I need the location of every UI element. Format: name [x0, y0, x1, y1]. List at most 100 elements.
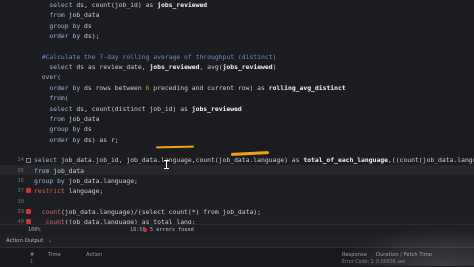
zoom-level[interactable]: 100%	[28, 225, 41, 235]
code-token: ds, count(job_id) as	[76, 1, 158, 9]
code-token: (job_data.language)/(select count(*) fro…	[60, 208, 262, 216]
code-token: order by	[34, 135, 85, 144]
code-token: jobs_reviewed	[191, 104, 242, 113]
code-line[interactable]: group by ds	[0, 21, 474, 31]
column-header-duration: Duration / Fetch Time	[376, 252, 432, 258]
line-number: 39	[17, 209, 24, 215]
code-text: restrict language;	[34, 186, 103, 196]
code-line[interactable]	[0, 41, 474, 51]
code-text: order by ds rows between 6 preceding and…	[34, 83, 346, 93]
line-number: 36	[17, 177, 24, 184]
code-text: count(job_data.language)/(select count(*…	[34, 207, 261, 217]
code-text: #Calculate the 7-day rolling average of …	[34, 52, 277, 62]
code-line[interactable]: order by ds rows between 6 preceding and…	[0, 83, 474, 93]
code-text: from(	[34, 93, 69, 103]
code-text: select ds, count(job_id) as jobs_reviewe…	[34, 0, 207, 10]
code-text: from job_data	[34, 114, 99, 124]
column-header-action: Action	[86, 252, 103, 258]
code-token: group by	[34, 125, 85, 134]
code-text: order by ds) as r;	[34, 135, 119, 145]
code-line[interactable]: select ds as review_date, jobs_reviewed,…	[0, 62, 474, 72]
code-text: over(	[34, 72, 61, 82]
sql-editor[interactable]: select ds, count(job_id) as jobs_reviewe…	[0, 0, 474, 232]
code-token: ds as review_date,	[76, 63, 150, 72]
code-token: from(	[34, 94, 69, 103]
error-marker-icon	[26, 188, 31, 194]
code-token: jobs_reviewed	[222, 63, 273, 72]
code-token: group by	[34, 176, 69, 185]
code-token: over(	[34, 73, 61, 82]
code-token: jobs_reviewed	[157, 1, 208, 9]
code-token: rolling_avg_distinct	[268, 83, 346, 92]
output-panel-title[interactable]: Action Output	[6, 235, 43, 247]
code-line[interactable]: over(	[0, 72, 474, 82]
code-token: total_of_each_language	[303, 156, 388, 165]
code-line[interactable]: 37 restrict language;	[0, 186, 474, 196]
code-token: select	[34, 1, 77, 9]
code-token: select	[34, 63, 77, 72]
code-token: ds, count(distinct job_id) as	[76, 104, 192, 113]
code-line[interactable]: 34 select job_data.job_id, job_data.langu…	[0, 155, 474, 165]
code-token: language;	[68, 187, 104, 196]
code-token: from	[34, 114, 69, 123]
chevron-down-icon[interactable]: ⌄	[48, 235, 53, 247]
code-token: jobs_reviewed	[149, 63, 200, 72]
code-token: order by	[34, 83, 85, 92]
output-grid: # Time Action Response Duration / Fetch …	[0, 247, 474, 267]
line-number: 35	[17, 167, 24, 174]
fold-toggle-icon[interactable]	[26, 158, 31, 164]
editor-status-bar: 100% 18:56 5 errors found	[0, 224, 474, 235]
code-token: restrict	[34, 187, 69, 196]
code-token: ds rows between	[84, 83, 146, 92]
code-token: order by	[34, 32, 85, 41]
code-token: ds) as r;	[84, 135, 119, 144]
column-header-time: Time	[48, 252, 61, 258]
code-token: job_data.language;	[68, 176, 138, 185]
code-text: from job_data	[34, 10, 99, 20]
code-text: group by ds	[34, 21, 92, 31]
code-line[interactable]: 36 group by job_data.language;	[0, 176, 474, 186]
code-token: , avg(	[199, 63, 223, 72]
column-header-number: #	[30, 252, 35, 258]
error-icon	[143, 228, 147, 232]
code-line[interactable]: select ds, count(job_id) as jobs_reviewe…	[0, 0, 474, 10]
code-token: #Calculate the 7-day rolling average of …	[34, 52, 277, 61]
code-line[interactable]: 38	[0, 197, 474, 207]
code-token: ds	[84, 21, 92, 30]
code-token: job_data	[53, 166, 85, 175]
code-text: select ds as review_date, jobs_reviewed,…	[34, 62, 276, 72]
output-row-response: Error Code: 1	[342, 260, 374, 265]
code-line[interactable]: order by ds) as r;	[0, 135, 474, 145]
code-line[interactable]: select ds, count(distinct job_id) as job…	[0, 104, 474, 114]
code-line[interactable]: group by ds	[0, 124, 474, 134]
code-token: job_data.job_id, job_data.language,count…	[60, 156, 304, 165]
output-row-duration: 0.00036 sec	[376, 260, 406, 265]
code-line[interactable]: from(	[0, 93, 474, 103]
code-text: select job_data.job_id, job_data.languag…	[34, 155, 474, 165]
code-token: from	[34, 166, 54, 175]
code-text: group by ds	[34, 124, 92, 134]
code-line[interactable]: order by ds);	[0, 31, 474, 41]
error-count[interactable]: 5 errors found	[150, 225, 194, 235]
code-token: ,((count(job_data.language))/(select cou	[388, 156, 474, 165]
output-panel-header: Action Output ⌄	[0, 235, 474, 247]
text-cursor-ibeam	[164, 160, 169, 169]
code-text: select ds, count(distinct job_id) as job…	[34, 104, 242, 114]
code-token: preceding and current row) as	[149, 83, 269, 92]
code-token: ds	[84, 125, 92, 134]
code-token: group by	[34, 21, 85, 30]
code-token: count	[34, 208, 61, 216]
code-line[interactable]: #Calculate the 7-day rolling average of …	[0, 52, 474, 62]
code-token: select	[34, 104, 77, 113]
code-line[interactable]: 39 count(job_data.language)/(select coun…	[0, 207, 474, 217]
code-token: )	[272, 63, 277, 72]
code-line[interactable]: from job_data	[0, 114, 474, 124]
output-row-number: 1	[30, 260, 34, 265]
code-token: select	[34, 156, 61, 165]
code-line[interactable]: from job_data	[0, 10, 474, 20]
code-line[interactable]: 35 from job_data	[0, 166, 474, 176]
code-text: order by ds);	[34, 31, 99, 41]
code-token: from	[34, 11, 69, 20]
line-number: 34	[17, 157, 24, 164]
line-number: 37	[17, 188, 24, 195]
